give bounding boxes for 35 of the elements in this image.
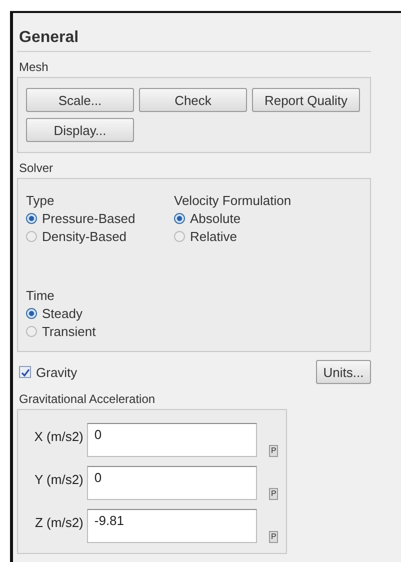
parameter-button[interactable]: P [269, 445, 278, 457]
mesh-button[interactable]: Scale... [26, 88, 134, 112]
units-button[interactable]: Units... [316, 360, 371, 384]
section-label: Mesh [19, 60, 50, 74]
mesh-button[interactable]: Check [139, 88, 247, 112]
panel-title: General [19, 29, 79, 46]
mesh-button[interactable]: Display... [26, 118, 134, 142]
radio-button[interactable] [26, 231, 37, 242]
parameter-button[interactable]: P [269, 488, 278, 500]
radio-label: Relative [190, 229, 237, 244]
group-label: Velocity Formulation [174, 193, 292, 208]
radio-button[interactable] [26, 326, 37, 337]
radio-button[interactable] [174, 213, 185, 224]
radio-label: Transient [42, 324, 96, 339]
input-field[interactable]: 0 [87, 423, 258, 457]
radio-button[interactable] [26, 308, 37, 319]
input-field[interactable]: 0 [87, 466, 258, 500]
radio-label: Pressure-Based [42, 211, 136, 226]
field-label: Y (m/s2) [34, 471, 84, 487]
section-label: Gravitational Acceleration [19, 392, 156, 406]
input-field[interactable]: -9.81 [87, 509, 258, 543]
checkbox-label: Gravity [36, 364, 78, 380]
group-label: Type [26, 193, 56, 208]
radio-label: Steady [42, 306, 82, 321]
mesh-button[interactable]: Report Quality [252, 88, 360, 112]
radio-label: Absolute [190, 211, 241, 226]
field-label: Z (m/s2) [34, 514, 84, 530]
checkbox[interactable] [19, 366, 31, 378]
group-label: Time [26, 288, 56, 303]
field-label: X (m/s2) [33, 428, 84, 444]
parameter-button[interactable]: P [269, 531, 278, 543]
radio-button[interactable] [174, 231, 185, 242]
section-label: Solver [19, 161, 54, 175]
radio-button[interactable] [26, 213, 37, 224]
radio-label: Density-Based [42, 229, 127, 244]
